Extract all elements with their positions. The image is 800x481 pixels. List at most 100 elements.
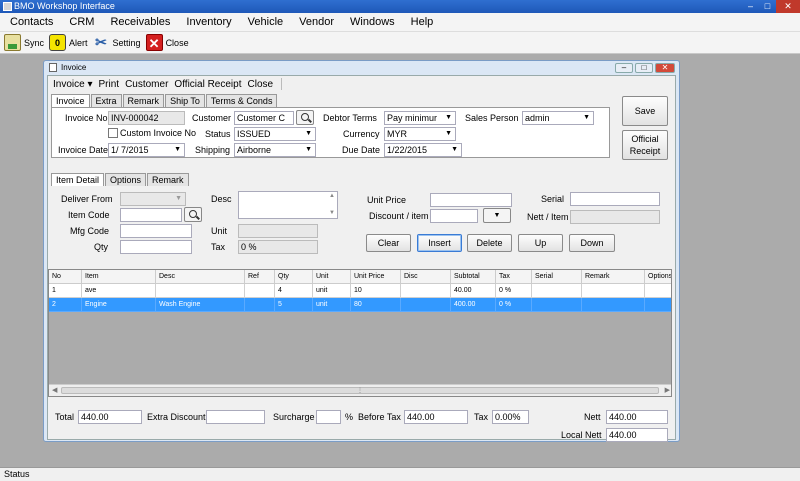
- tab-ship-to[interactable]: Ship To: [165, 94, 205, 107]
- unit-label: Unit: [211, 226, 228, 236]
- up-button[interactable]: Up: [518, 234, 563, 252]
- invoice-close-button[interactable]: ✕: [655, 63, 675, 73]
- qty-field[interactable]: [120, 240, 192, 254]
- invoice-menu-invoice[interactable]: Invoice ▾: [53, 79, 93, 90]
- discount-dropdown-button[interactable]: ▼: [483, 208, 511, 223]
- official-receipt-button[interactable]: Official Receipt: [622, 130, 668, 160]
- sync-button[interactable]: Sync: [4, 34, 44, 51]
- scroll-right-icon[interactable]: ▶: [665, 386, 670, 394]
- nett-item-label: Nett / Item: [527, 212, 569, 222]
- row-cell-qty: 5: [275, 298, 313, 312]
- grid-header-ref[interactable]: Ref: [245, 270, 275, 284]
- invoice-menu-print[interactable]: Print: [99, 79, 120, 90]
- invoice-date-picker[interactable]: 1/ 7/2015: [108, 143, 185, 157]
- menubar: Contacts CRM Receivables Inventory Vehic…: [0, 13, 800, 32]
- grid-horizontal-scrollbar[interactable]: ◀ ⋮ ▶: [49, 384, 671, 396]
- tab-invoice[interactable]: Invoice: [51, 94, 90, 108]
- extra-discount-field[interactable]: [206, 410, 265, 424]
- grid-header-no[interactable]: No: [49, 270, 82, 284]
- sales-person-select[interactable]: admin: [522, 111, 594, 125]
- grid-header-unit-price[interactable]: Unit Price: [351, 270, 401, 284]
- tab-options[interactable]: Options: [105, 173, 147, 186]
- due-date-picker[interactable]: 1/22/2015: [384, 143, 462, 157]
- grid-header-tax[interactable]: Tax: [496, 270, 532, 284]
- unit-field: [238, 224, 318, 238]
- tab-remark[interactable]: Remark: [122, 94, 165, 107]
- row-cell-unit-price: 10: [351, 284, 401, 298]
- grid-header-desc[interactable]: Desc: [156, 270, 245, 284]
- item-code-search-icon[interactable]: [184, 207, 202, 222]
- close-window-button[interactable]: ✕: [776, 0, 800, 13]
- official-receipt-label-2: Receipt: [629, 146, 661, 156]
- setting-button[interactable]: ✂ Setting: [93, 34, 140, 51]
- delete-button[interactable]: Delete: [467, 234, 512, 252]
- currency-select[interactable]: MYR: [384, 127, 456, 141]
- invoice-restore-button[interactable]: □: [635, 63, 653, 73]
- grid-header-remark[interactable]: Remark: [582, 270, 645, 284]
- alert-button[interactable]: 0 Alert: [49, 34, 88, 51]
- row-cell-serial: [532, 284, 582, 298]
- discount-field[interactable]: [430, 209, 478, 223]
- menu-windows[interactable]: Windows: [345, 16, 400, 28]
- invoice-minimize-button[interactable]: –: [615, 63, 633, 73]
- nett-field: 440.00: [606, 410, 668, 424]
- minimize-button[interactable]: –: [742, 0, 759, 13]
- tab-item-remark[interactable]: Remark: [147, 173, 189, 186]
- serial-field[interactable]: [570, 192, 660, 206]
- sales-person-label: Sales Person: [465, 113, 519, 123]
- scroll-up-icon[interactable]: ▲: [329, 193, 335, 199]
- desc-textarea[interactable]: ▲ ▼: [238, 191, 338, 219]
- surcharge-label: Surcharge: [273, 412, 315, 422]
- debtor-terms-select[interactable]: Pay minimur: [384, 111, 456, 125]
- tax-label: Tax: [211, 242, 226, 252]
- tab-item-detail[interactable]: Item Detail: [51, 173, 105, 187]
- row-cell-qty: 4: [275, 284, 313, 298]
- invoice-menu-official-receipt[interactable]: Official Receipt: [174, 79, 241, 90]
- menu-vehicle[interactable]: Vehicle: [243, 16, 288, 28]
- mfg-code-field[interactable]: [120, 224, 192, 238]
- invoice-menu-customer[interactable]: Customer: [125, 79, 168, 90]
- down-button[interactable]: Down: [569, 234, 615, 252]
- unit-price-field[interactable]: [430, 193, 512, 207]
- grid-header-options[interactable]: Options: [645, 270, 671, 284]
- grid-header-unit[interactable]: Unit: [313, 270, 351, 284]
- scrollbar-thumb[interactable]: ⋮: [61, 387, 659, 394]
- save-button[interactable]: Save: [622, 96, 668, 126]
- customer-label: Customer: [192, 113, 232, 123]
- row-cell-tax: 0 %: [496, 298, 532, 312]
- invoice-menu-close[interactable]: Close: [248, 79, 274, 90]
- customer-search-icon[interactable]: [296, 110, 314, 125]
- tab-terms-conds[interactable]: Terms & Conds: [205, 94, 278, 107]
- tab-extra[interactable]: Extra: [90, 94, 122, 107]
- surcharge-field[interactable]: [316, 410, 341, 424]
- menu-vendor[interactable]: Vendor: [294, 16, 339, 28]
- total-label: Total: [55, 412, 75, 422]
- menu-crm[interactable]: CRM: [64, 16, 99, 28]
- tax-total-field: 0.00%: [492, 410, 529, 424]
- grid-header-disc[interactable]: Disc: [401, 270, 451, 284]
- insert-button[interactable]: Insert: [417, 234, 462, 252]
- status-select[interactable]: ISSUED: [234, 127, 316, 141]
- grid-header-serial[interactable]: Serial: [532, 270, 582, 284]
- grid-header-item[interactable]: Item: [82, 270, 156, 284]
- grid-header-qty[interactable]: Qty: [275, 270, 313, 284]
- scroll-left-icon[interactable]: ◀: [52, 386, 57, 394]
- row-cell-disc: [401, 284, 451, 298]
- row-cell-desc: [156, 284, 245, 298]
- customer-field[interactable]: Customer C: [234, 111, 294, 125]
- sync-label: Sync: [24, 37, 45, 48]
- custom-invoice-no-checkbox[interactable]: [108, 128, 118, 138]
- menu-inventory[interactable]: Inventory: [181, 16, 236, 28]
- scroll-down-icon[interactable]: ▼: [329, 210, 335, 216]
- invoice-title-bar: Invoice – □ ✕: [44, 61, 679, 74]
- maximize-button[interactable]: □: [759, 0, 776, 13]
- menu-contacts[interactable]: Contacts: [5, 16, 58, 28]
- menu-receivables[interactable]: Receivables: [105, 16, 175, 28]
- shipping-select[interactable]: Airborne: [234, 143, 316, 157]
- grid-header-subtotal[interactable]: Subtotal: [451, 270, 496, 284]
- clear-button[interactable]: Clear: [366, 234, 411, 252]
- menu-help[interactable]: Help: [406, 16, 439, 28]
- item-code-field[interactable]: [120, 208, 182, 222]
- close-button[interactable]: ✕ Close: [145, 34, 189, 51]
- invoice-menu: Invoice ▾ Print Customer Official Receip…: [53, 77, 283, 91]
